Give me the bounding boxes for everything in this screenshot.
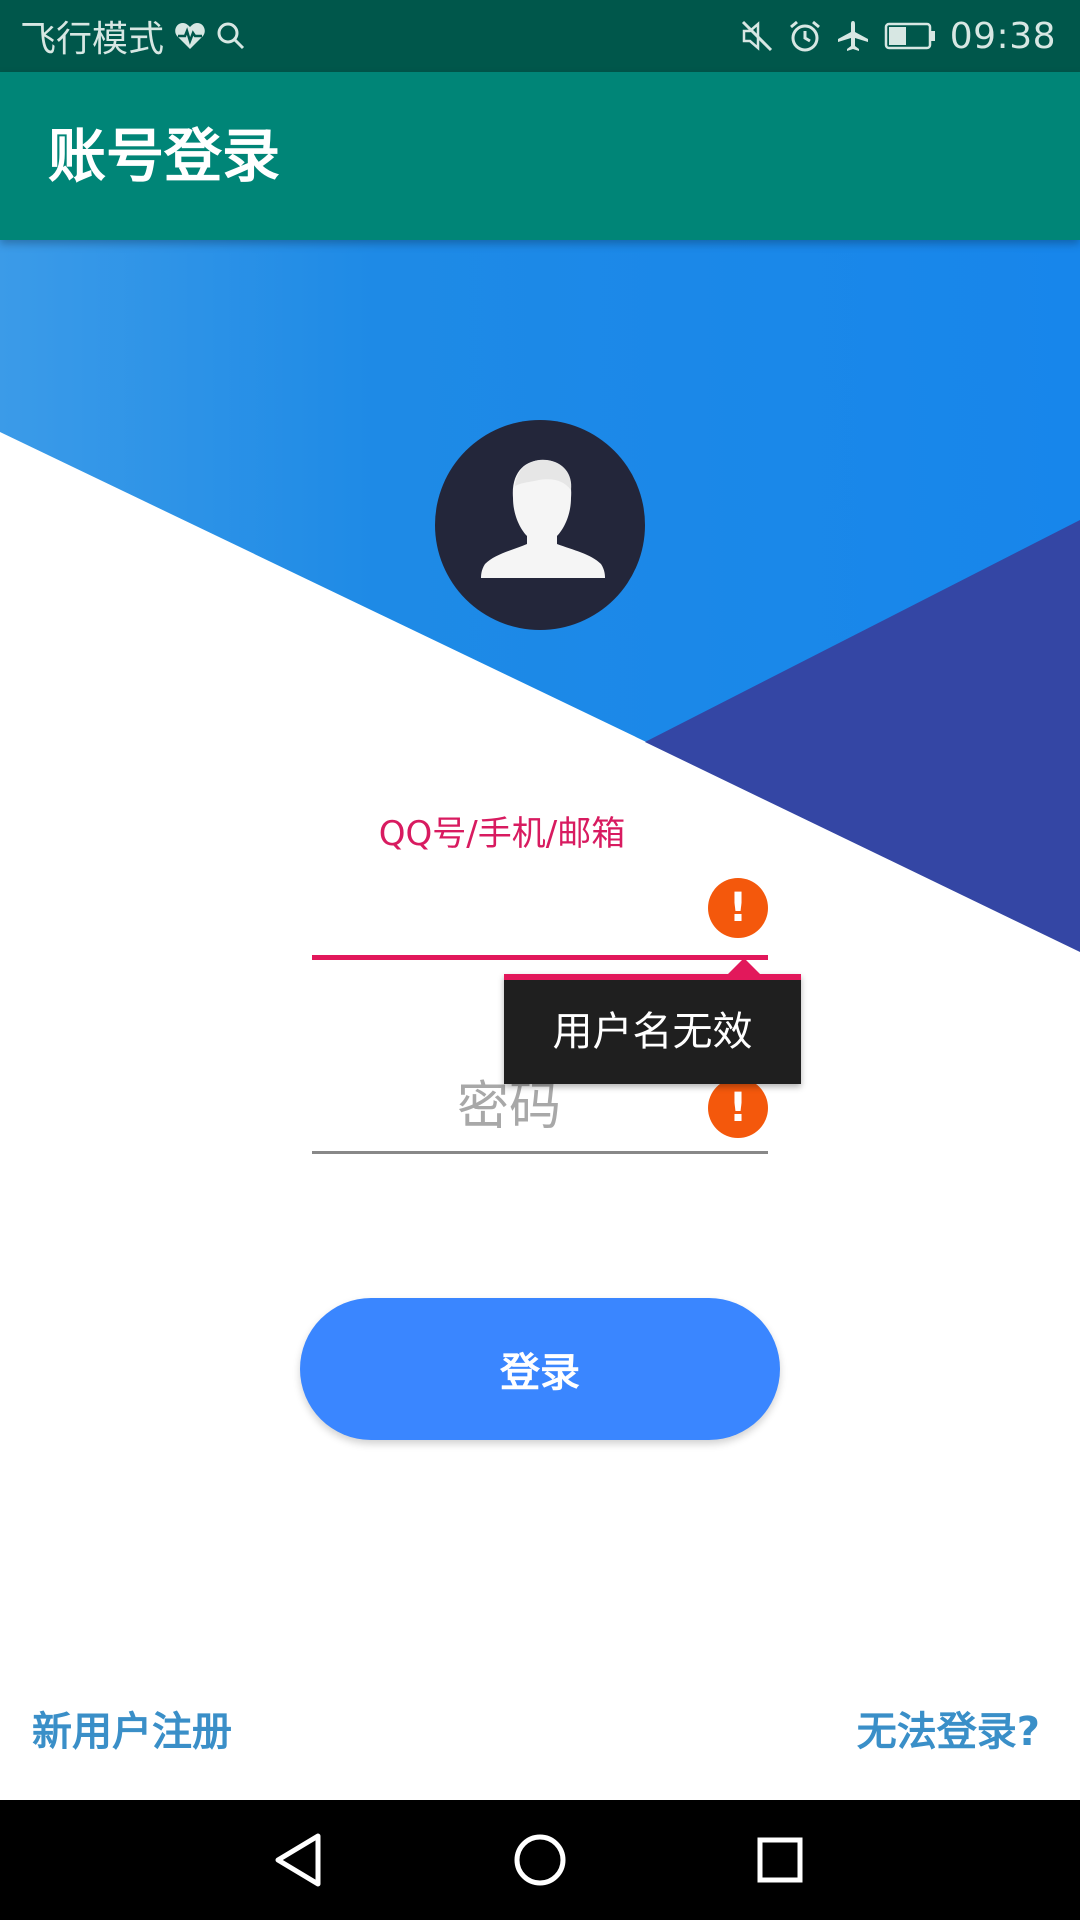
error-icon: ! [708, 878, 768, 938]
password-underline [312, 1151, 768, 1154]
app-bar: 账号登录 [0, 72, 1080, 240]
username-field: ! [312, 870, 768, 960]
error-message: 用户名无效 [552, 1009, 753, 1055]
error-icon: ! [708, 1078, 768, 1138]
tooltip-arrow [728, 958, 760, 974]
battery-icon [884, 21, 936, 51]
user-icon [481, 459, 605, 578]
status-time: 09:38 [949, 15, 1056, 57]
avatar [435, 420, 645, 630]
username-floating-label: QQ号/手机/邮箱 [378, 814, 626, 854]
alarm-icon [788, 19, 822, 53]
page-title: 账号登录 [48, 122, 281, 190]
home-icon[interactable] [500, 1820, 580, 1900]
username-underline [312, 955, 768, 960]
status-bar: 飞行模式 09:38 [0, 0, 1080, 72]
register-link[interactable]: 新用户注册 [32, 1704, 232, 1760]
cannot-login-link[interactable]: 无法登录? [857, 1704, 1040, 1760]
login-screen: 飞行模式 09:38 账号登录 QQ号/手机/邮箱 ! 用户名无效 密码 ! 登… [0, 0, 1080, 1920]
status-mode-text: 飞行模式 [20, 19, 165, 60]
heart-pulse-icon [174, 21, 206, 51]
error-tooltip: 用户名无效 [504, 958, 801, 1084]
status-right: 09:38 [740, 0, 1056, 72]
status-left: 飞行模式 [20, 0, 246, 72]
search-icon [216, 21, 246, 51]
navigation-bar [0, 1800, 1080, 1920]
login-button[interactable]: 登录 [300, 1298, 780, 1440]
airplane-icon [836, 19, 870, 53]
mute-icon [740, 19, 774, 53]
back-icon[interactable] [260, 1820, 340, 1900]
username-input[interactable] [312, 870, 692, 960]
recents-icon[interactable] [740, 1820, 820, 1900]
